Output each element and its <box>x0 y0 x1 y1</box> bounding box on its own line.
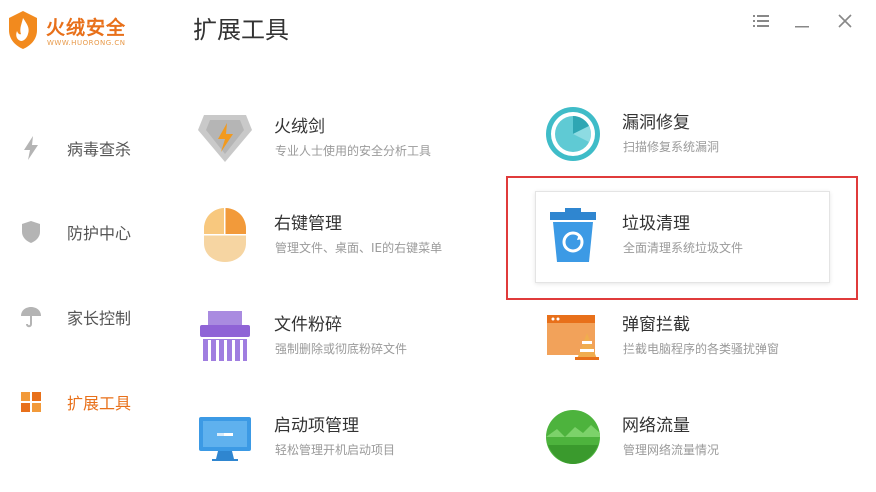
tool-description: 全面清理系统垃圾文件 <box>623 241 744 255</box>
sidebar-item-label: 家长控制 <box>67 309 132 328</box>
sidebar-item-extension-tools[interactable]: 扩展工具 <box>0 382 170 422</box>
tool-description: 专业人士使用的安全分析工具 <box>275 144 432 158</box>
tool-description: 轻松管理开机启动项目 <box>275 443 396 457</box>
sidebar-item-virus-scan[interactable]: 病毒查杀 <box>0 128 170 168</box>
tool-title: 网络流量 <box>622 416 690 436</box>
tool-title: 启动项管理 <box>274 416 359 436</box>
menu-button[interactable] <box>750 10 772 32</box>
tool-description: 扫描修复系统漏洞 <box>623 140 720 154</box>
tool-right-click-management[interactable]: 右键管理 管理文件、桌面、IE的右键菜单 <box>195 205 495 285</box>
file-shredder-icon <box>195 306 255 366</box>
mouse-icon <box>195 205 255 265</box>
flame-logo-icon <box>9 11 37 49</box>
umbrella-icon <box>20 306 42 328</box>
minimize-button[interactable] <box>791 10 813 32</box>
network-traffic-icon <box>543 407 603 467</box>
sidebar-item-label: 扩展工具 <box>67 394 132 413</box>
sidebar-item-parental-control[interactable]: 家长控制 <box>0 297 170 337</box>
app-name: 火绒安全 <box>46 17 127 39</box>
lightning-icon <box>20 136 42 160</box>
minimize-icon <box>795 26 809 28</box>
close-icon <box>838 14 852 28</box>
vulnerability-repair-icon <box>543 104 603 164</box>
tool-popup-blocker[interactable]: 弹窗拦截 拦截电脑程序的各类骚扰弹窗 <box>543 306 843 386</box>
tool-title: 文件粉碎 <box>274 315 342 335</box>
app-logo: 火绒安全 WWW.HUORONG.CN <box>6 6 156 56</box>
tool-huorong-sword[interactable]: 火绒剑 专业人士使用的安全分析工具 <box>195 108 495 188</box>
tool-description: 拦截电脑程序的各类骚扰弹窗 <box>623 342 780 356</box>
tool-title: 漏洞修复 <box>622 113 690 133</box>
extension-grid-icon <box>20 391 42 413</box>
tool-network-traffic[interactable]: 网络流量 管理网络流量情况 <box>543 407 843 487</box>
shield-icon <box>20 221 42 243</box>
sidebar-item-protection-center[interactable]: 防护中心 <box>0 212 170 252</box>
tool-file-shredder[interactable]: 文件粉碎 强制删除或彻底粉碎文件 <box>195 306 495 386</box>
tool-description: 强制删除或彻底粉碎文件 <box>275 342 408 356</box>
tool-startup-management[interactable]: 启动项管理 轻松管理开机启动项目 <box>195 407 495 487</box>
tool-title: 垃圾清理 <box>622 214 690 234</box>
close-button[interactable] <box>834 10 856 32</box>
sidebar-item-label: 病毒查杀 <box>67 140 132 159</box>
tool-title: 弹窗拦截 <box>622 315 690 335</box>
sidebar-item-label: 防护中心 <box>67 224 132 243</box>
popup-block-icon <box>543 306 603 366</box>
tool-title: 右键管理 <box>274 214 342 234</box>
menu-icon <box>753 15 769 27</box>
app-site: WWW.HUORONG.CN <box>47 39 126 47</box>
monitor-icon <box>195 407 255 467</box>
tool-description: 管理网络流量情况 <box>623 443 720 457</box>
sword-icon <box>195 108 255 168</box>
trash-clean-icon <box>543 205 603 265</box>
page-title: 扩展工具 <box>193 16 289 44</box>
tool-junk-clean[interactable]: 垃圾清理 全面清理系统垃圾文件 <box>543 205 843 285</box>
tool-vulnerability-repair[interactable]: 漏洞修复 扫描修复系统漏洞 <box>543 104 843 184</box>
tool-description: 管理文件、桌面、IE的右键菜单 <box>275 241 443 255</box>
tool-title: 火绒剑 <box>274 117 325 137</box>
